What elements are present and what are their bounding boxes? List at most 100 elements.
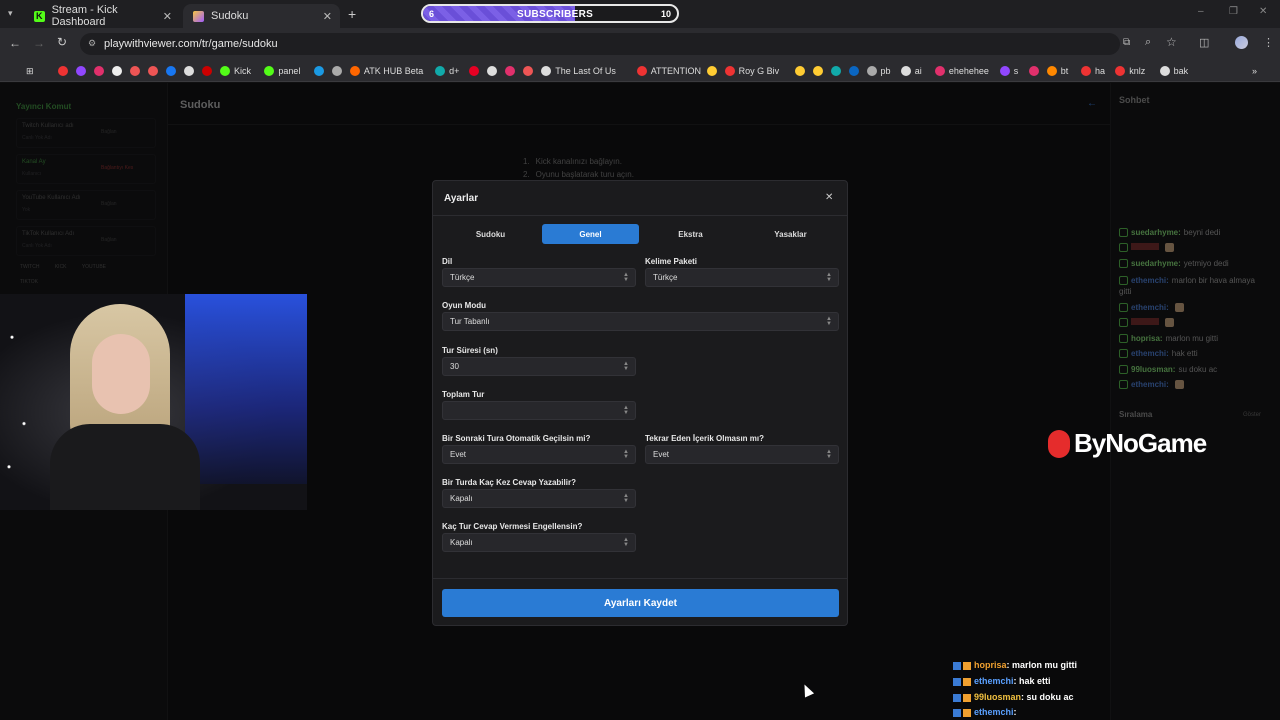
- bookmark-favicon-icon: [264, 66, 275, 76]
- url-text: playwithviewer.com/tr/game/sudoku: [104, 38, 278, 50]
- maximize-button[interactable]: ❐: [1229, 6, 1238, 17]
- bookmark-item[interactable]: [331, 64, 346, 78]
- bookmark-favicon-icon: [166, 66, 176, 76]
- bookmark-item[interactable]: [58, 64, 72, 78]
- bookmark-item[interactable]: Kick: [220, 64, 251, 78]
- bookmark-item[interactable]: ai: [900, 64, 922, 78]
- bookmark-item[interactable]: [76, 64, 90, 78]
- total-rounds-input[interactable]: ▲ ▼: [442, 401, 636, 420]
- bookmark-item[interactable]: d+: [435, 64, 459, 78]
- word-pack-select[interactable]: Türkçe ▲ ▼: [645, 268, 839, 287]
- bookmark-favicon-icon: [58, 66, 68, 76]
- bookmark-favicon-icon: [505, 66, 516, 76]
- tab-genel[interactable]: Genel: [542, 224, 639, 244]
- game-mode-select[interactable]: Tur Tabanlı ▲ ▼: [442, 312, 839, 331]
- bookmark-favicon-icon: [1115, 66, 1126, 76]
- site-info-icon[interactable]: ⚙: [88, 38, 96, 49]
- bookmark-item[interactable]: [812, 64, 827, 78]
- tab-sudoku[interactable]: Sudoku ✕: [183, 4, 340, 28]
- stepper-icon[interactable]: ▲ ▼: [623, 405, 629, 416]
- close-icon[interactable]: ✕: [825, 192, 833, 203]
- auto-next-select[interactable]: Evet ▲ ▼: [442, 445, 636, 464]
- forward-icon[interactable]: →: [33, 36, 45, 50]
- round-duration-input[interactable]: 30 ▲ ▼: [442, 357, 636, 376]
- bookmark-item[interactable]: knlz: [1115, 64, 1145, 78]
- zoom-icon[interactable]: ⌕: [1145, 36, 1151, 49]
- game-mode-label: Oyun Modu: [442, 301, 486, 310]
- bookmark-favicon-icon: [184, 66, 194, 76]
- bookmark-item[interactable]: ATTENTION: [636, 64, 701, 78]
- select-arrows-icon: ▲ ▼: [826, 316, 832, 327]
- new-tab-button[interactable]: +: [348, 6, 356, 22]
- auto-next-label: Bir Sonraki Tura Otomatik Geçilsin mi?: [442, 434, 591, 443]
- profile-avatar[interactable]: [1235, 36, 1248, 49]
- bookmark-item[interactable]: ehehehee: [934, 64, 989, 78]
- stream-chat-line: ethemchi:: [953, 707, 1017, 717]
- bookmark-star-icon[interactable]: ☆: [1166, 35, 1177, 49]
- bookmark-item[interactable]: [184, 64, 198, 78]
- stream-chat-line: 99luosman: su doku ac: [953, 692, 1074, 702]
- bookmark-item[interactable]: bak: [1159, 64, 1188, 78]
- tab-search-icon[interactable]: ▾: [8, 8, 13, 19]
- bookmark-item[interactable]: [523, 64, 537, 78]
- bookmarks-overflow-icon[interactable]: »: [1252, 64, 1257, 78]
- translate-icon[interactable]: ⧉: [1123, 37, 1130, 48]
- bookmark-item[interactable]: s: [999, 64, 1018, 78]
- bookmark-favicon-icon: [523, 66, 534, 76]
- bookmark-item[interactable]: [706, 64, 721, 78]
- bookmark-favicon-icon: [848, 66, 859, 76]
- block-rounds-select[interactable]: Kapalı ▲ ▼: [442, 533, 636, 552]
- bookmark-item[interactable]: [130, 64, 144, 78]
- bookmark-favicon-icon: [724, 66, 735, 76]
- tab-yasaklar[interactable]: Yasaklar: [742, 224, 839, 244]
- extensions-icon[interactable]: ◫: [1199, 36, 1209, 49]
- bookmark-item[interactable]: [505, 64, 519, 78]
- modal-footer-divider: [433, 578, 847, 579]
- bookmark-item[interactable]: [830, 64, 845, 78]
- answers-per-round-select[interactable]: Kapalı ▲ ▼: [442, 489, 636, 508]
- bookmark-item[interactable]: [148, 64, 162, 78]
- bookmark-item[interactable]: [469, 64, 483, 78]
- bookmark-item[interactable]: [112, 64, 126, 78]
- bookmark-item[interactable]: [94, 64, 108, 78]
- tab-kick-dashboard[interactable]: K Stream - Kick Dashboard ✕: [24, 4, 180, 28]
- bookmark-favicon-icon: [900, 66, 911, 76]
- select-arrows-icon: ▲ ▼: [826, 449, 832, 460]
- bookmark-item[interactable]: bt: [1046, 64, 1068, 78]
- bookmark-item[interactable]: [794, 64, 809, 78]
- url-field[interactable]: ⚙ playwithviewer.com/tr/game/sudoku: [80, 33, 1120, 55]
- bookmark-item[interactable]: Roy G Biv: [724, 64, 779, 78]
- bookmark-item[interactable]: [1028, 64, 1043, 78]
- reload-icon[interactable]: ↻: [57, 35, 67, 49]
- stepper-icon[interactable]: ▲ ▼: [623, 361, 629, 372]
- stream-chat-line: hoprisa: marlon mu gitti: [953, 660, 1077, 670]
- close-tab-icon[interactable]: ✕: [163, 10, 172, 23]
- menu-icon[interactable]: ⋮: [1263, 36, 1274, 49]
- bookmark-item[interactable]: panel: [264, 64, 300, 78]
- bookmark-favicon-icon: [636, 66, 647, 76]
- bookmark-item[interactable]: ATK HUB Beta: [349, 64, 423, 78]
- bookmark-favicon-icon: [487, 66, 498, 76]
- bookmark-item[interactable]: ha: [1081, 64, 1105, 78]
- back-icon[interactable]: ←: [9, 36, 21, 50]
- bookmark-item[interactable]: [166, 64, 180, 78]
- tab-sudoku[interactable]: Sudoku: [442, 224, 539, 244]
- bookmark-item[interactable]: [848, 64, 863, 78]
- bookmark-favicon-icon: [469, 66, 480, 76]
- bookmark-item[interactable]: [202, 64, 216, 78]
- bookmark-item[interactable]: [487, 64, 501, 78]
- apps-grid-icon[interactable]: ⊞: [26, 64, 34, 78]
- minimize-button[interactable]: –: [1198, 6, 1204, 17]
- no-repeat-select[interactable]: Evet ▲ ▼: [645, 445, 839, 464]
- bookmark-item[interactable]: The Last Of Us: [541, 64, 616, 78]
- webcam-background-light: [185, 294, 307, 484]
- language-select[interactable]: Türkçe ▲ ▼: [442, 268, 636, 287]
- stream-chat-username: 99luosman: [974, 692, 1022, 702]
- bookmark-item[interactable]: [313, 64, 328, 78]
- bookmark-favicon-icon: [812, 66, 823, 76]
- bookmark-item[interactable]: pb: [866, 64, 891, 78]
- close-window-button[interactable]: ✕: [1259, 6, 1267, 17]
- close-tab-icon[interactable]: ✕: [323, 10, 332, 23]
- save-settings-button[interactable]: Ayarları Kaydet: [442, 589, 839, 617]
- tab-ekstra[interactable]: Ekstra: [642, 224, 739, 244]
